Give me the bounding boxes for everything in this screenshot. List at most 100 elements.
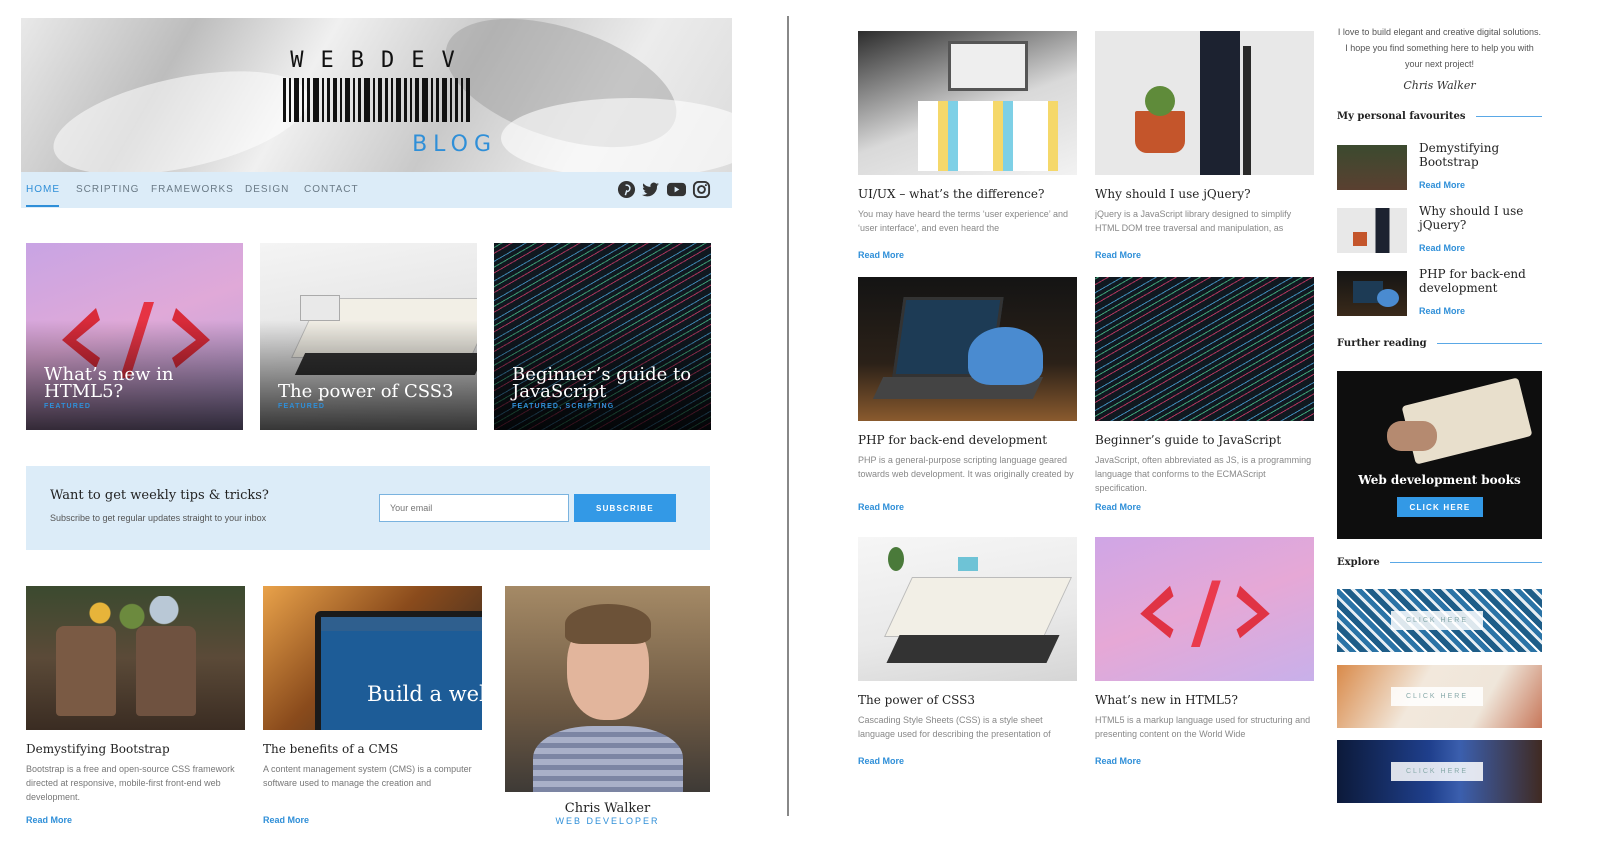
- email-field[interactable]: [379, 494, 569, 522]
- read-more-link[interactable]: Read More: [26, 815, 245, 825]
- post-title[interactable]: PHP for back-end development: [858, 433, 1077, 447]
- explore-tile[interactable]: CLICK HERE: [1337, 589, 1542, 652]
- explore-tile[interactable]: CLICK HERE: [1337, 740, 1542, 803]
- read-more-link[interactable]: Read More: [858, 502, 1077, 512]
- explore-click-here-button[interactable]: CLICK HERE: [1391, 611, 1483, 630]
- read-more-link[interactable]: Read More: [858, 250, 1077, 260]
- featured-card-html5[interactable]: What’s new in HTML5? FEATURED: [26, 243, 243, 430]
- read-more-link[interactable]: Read More: [1419, 306, 1465, 316]
- nav-item-frameworks[interactable]: FRAMEWORKS: [151, 184, 234, 195]
- twitter-icon[interactable]: [641, 180, 660, 199]
- read-more-link[interactable]: Read More: [1095, 756, 1314, 766]
- panel-divider: [787, 16, 789, 816]
- explore-heading: Explore: [1337, 557, 1542, 568]
- favourite-title[interactable]: PHP for back-end development: [1419, 267, 1539, 295]
- logo-text-bottom: BLOG: [412, 132, 497, 157]
- author-avatar: [505, 586, 710, 792]
- instagram-icon[interactable]: [692, 180, 711, 199]
- featured-title[interactable]: What’s new in HTML5?: [44, 366, 229, 401]
- featured-card-javascript[interactable]: Beginner’s guide to JavaScript FEATURED,…: [494, 243, 711, 430]
- post-excerpt: You may have heard the terms ‘user exper…: [858, 209, 1068, 233]
- featured-tag[interactable]: FEATURED: [278, 403, 325, 410]
- post-excerpt: A content management system (CMS) is a c…: [263, 764, 472, 788]
- youtube-icon[interactable]: [666, 180, 687, 199]
- favourite-title[interactable]: Demystifying Bootstrap: [1419, 141, 1539, 169]
- read-more-link[interactable]: Read More: [1419, 180, 1465, 190]
- post-card-cms: Build a web build a mov The benefits of …: [263, 586, 482, 825]
- boots-image[interactable]: [26, 586, 245, 730]
- newsletter-box: Want to get weekly tips & tricks? Subscr…: [26, 466, 710, 550]
- post-excerpt: HTML5 is a markup language used for stru…: [1095, 715, 1311, 739]
- nav-item-design[interactable]: DESIGN: [245, 184, 289, 195]
- post-card-bootstrap: Demystifying Bootstrap Bootstrap is a fr…: [26, 586, 245, 825]
- barcode-graphic: [283, 78, 495, 122]
- post-title[interactable]: Beginner’s guide to JavaScript: [1095, 433, 1314, 447]
- read-more-link[interactable]: Read More: [1419, 243, 1465, 253]
- post-excerpt: PHP is a general-purpose scripting langu…: [858, 455, 1074, 479]
- author-card: Chris Walker WEB DEVELOPER: [505, 586, 710, 826]
- explore-click-here-button[interactable]: CLICK HERE: [1391, 687, 1483, 706]
- logo-text-top: WEBDEV: [290, 48, 472, 73]
- author-signature: Chris Walker: [1403, 79, 1476, 92]
- laptop-screen-text: Build a web build a mov: [367, 682, 482, 706]
- main-nav: HOME SCRIPTING FRAMEWORKS DESIGN CONTACT: [21, 172, 732, 208]
- featured-tag[interactable]: FEATURED, SCRIPTING: [512, 403, 614, 410]
- books-promo: Web development books CLICK HERE: [1337, 371, 1542, 539]
- post-excerpt: jQuery is a JavaScript library designed …: [1095, 209, 1292, 233]
- uiux-image[interactable]: [858, 31, 1077, 175]
- favourites-heading: My personal favourites: [1337, 111, 1542, 122]
- post-title[interactable]: The benefits of a CMS: [263, 742, 482, 756]
- nav-item-home[interactable]: HOME: [26, 184, 60, 195]
- post-excerpt: JavaScript, often abbreviated as JS, is …: [1095, 455, 1312, 493]
- further-reading-heading: Further reading: [1337, 338, 1542, 349]
- post-title[interactable]: Demystifying Bootstrap: [26, 742, 245, 756]
- post-title[interactable]: Why should I use jQuery?: [1095, 187, 1314, 201]
- post-title[interactable]: What’s new in HTML5?: [1095, 693, 1314, 707]
- php-laptop-image[interactable]: [1337, 271, 1407, 316]
- code-tag-image[interactable]: [1095, 537, 1314, 681]
- read-more-link[interactable]: Read More: [1095, 250, 1314, 260]
- css-book-image[interactable]: [858, 537, 1077, 681]
- promo-click-here-button[interactable]: CLICK HERE: [1397, 497, 1483, 517]
- php-laptop-image[interactable]: [858, 277, 1077, 421]
- nav-active-indicator: [26, 205, 59, 207]
- grid-card-css3: The power of CSS3 Cascading Style Sheets…: [858, 537, 1077, 766]
- favourite-item: PHP for back-end development Read More: [1337, 267, 1542, 317]
- grid-card-javascript: Beginner’s guide to JavaScript JavaScrip…: [1095, 277, 1314, 512]
- post-title[interactable]: UI/UX – what’s the difference?: [858, 187, 1077, 201]
- subscribe-button[interactable]: SUBSCRIBE: [574, 494, 676, 522]
- author-name: Chris Walker: [564, 801, 651, 816]
- nav-item-contact[interactable]: CONTACT: [304, 184, 359, 195]
- header-banner: WEBDEV BLOG: [21, 18, 732, 172]
- jquery-book-image[interactable]: [1337, 208, 1407, 253]
- site-logo[interactable]: WEBDEV BLOG: [261, 48, 501, 168]
- page: WEBDEV BLOG HOME SCRIPTING FRAMEWORKS DE…: [0, 0, 1600, 850]
- favourite-title[interactable]: Why should I use jQuery?: [1419, 204, 1539, 232]
- promo-title: Web development books: [1358, 473, 1521, 487]
- read-more-link[interactable]: Read More: [858, 756, 1077, 766]
- grid-card-html5: What’s new in HTML5? HTML5 is a markup l…: [1095, 537, 1314, 766]
- read-more-link[interactable]: Read More: [1095, 502, 1314, 512]
- explore-click-here-button[interactable]: CLICK HERE: [1391, 762, 1483, 781]
- code-screen-image[interactable]: [1095, 277, 1314, 421]
- grid-card-php: PHP for back-end development PHP is a ge…: [858, 277, 1077, 512]
- explore-tile[interactable]: CLICK HERE: [1337, 665, 1542, 728]
- boots-image[interactable]: [1337, 145, 1407, 190]
- post-title[interactable]: The power of CSS3: [858, 693, 1077, 707]
- newsletter-subtitle: Subscribe to get regular updates straigh…: [50, 513, 267, 523]
- featured-title[interactable]: The power of CSS3: [278, 383, 463, 401]
- favourite-item: Why should I use jQuery? Read More: [1337, 204, 1542, 254]
- post-excerpt: Bootstrap is a free and open-source CSS …: [26, 764, 235, 802]
- wordpress-laptop-image[interactable]: Build a web build a mov: [263, 586, 482, 730]
- author-bio: I love to build elegant and creative dig…: [1337, 27, 1542, 69]
- pinterest-icon[interactable]: [617, 180, 636, 199]
- read-more-link[interactable]: Read More: [263, 815, 482, 825]
- nav-item-scripting[interactable]: SCRIPTING: [76, 184, 139, 195]
- grid-card-jquery: Why should I use jQuery? jQuery is a Jav…: [1095, 31, 1314, 260]
- featured-card-css3[interactable]: The power of CSS3 FEATURED: [260, 243, 477, 430]
- favourite-item: Demystifying Bootstrap Read More: [1337, 141, 1542, 191]
- featured-title[interactable]: Beginner’s guide to JavaScript: [512, 366, 697, 401]
- author-role: WEB DEVELOPER: [555, 816, 660, 826]
- featured-tag[interactable]: FEATURED: [44, 403, 91, 410]
- jquery-book-image[interactable]: [1095, 31, 1314, 175]
